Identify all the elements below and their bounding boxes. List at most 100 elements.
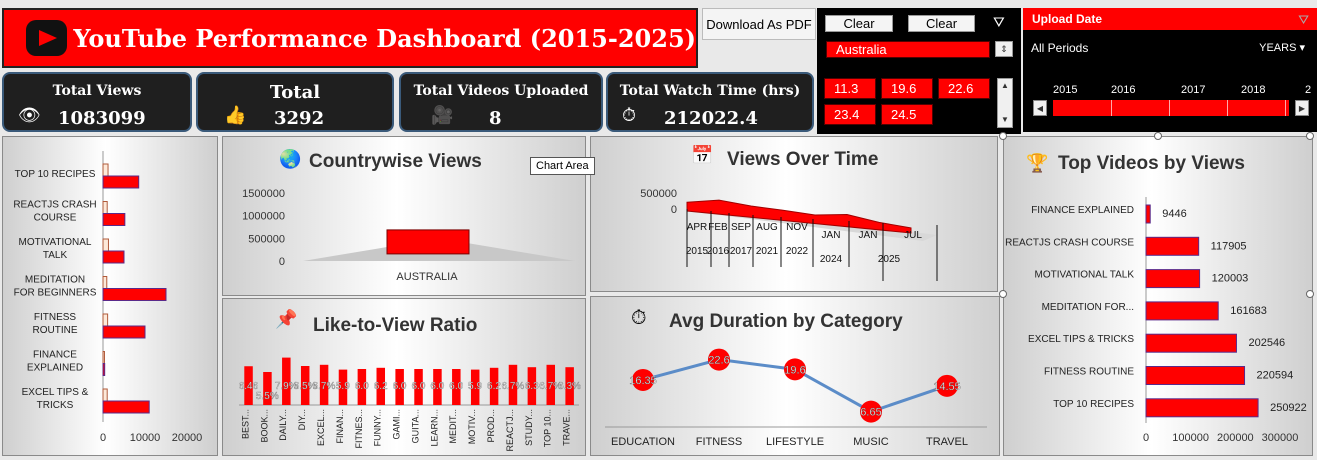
likes-by-video-chart[interactable]: TOP 10 RECIPES REACTJS CRASH COURSE MOTIVAT…	[2, 136, 218, 456]
data-label: 14.55	[933, 381, 961, 393]
timeline-right-arrow-icon[interactable]: ▶	[1295, 100, 1309, 116]
category-label: MOTIVATIONAL	[19, 237, 92, 248]
timeline-clear-filter-icon[interactable]: ⛛	[1298, 12, 1309, 28]
category-label: ROUTINE	[33, 325, 78, 336]
duration-scrollbar[interactable]: ▲ ▼	[997, 78, 1013, 128]
data-label: 6.65	[860, 407, 881, 419]
scroll-up-icon[interactable]: ▲	[1001, 81, 1009, 90]
tick-label: 0	[279, 256, 285, 268]
category-label: FITNESS ROUTINE	[1044, 367, 1134, 378]
tick-label: 10000	[130, 432, 161, 444]
bar	[102, 250, 125, 264]
kpi-total-videos: Total Videos Uploaded 🎥 8	[399, 72, 603, 132]
dashboard: YouTube Performance Dashboard (2015-2025…	[0, 0, 1317, 460]
bar	[386, 229, 470, 255]
country-slicer-item[interactable]: Australia	[826, 41, 990, 58]
bar-secondary	[102, 276, 108, 289]
avg-duration-chart[interactable]: ⏱ Avg Duration by Category 16.35 EDUCATIO…	[590, 296, 1000, 456]
duration-item[interactable]: 23.4	[824, 104, 876, 125]
category-label: FUNNY...	[373, 409, 383, 446]
category-label: MEDITATION	[25, 275, 85, 286]
kpi-label: Total Views	[52, 83, 142, 99]
download-pdf-button[interactable]: Download As PDF	[702, 8, 816, 40]
tick-label: 0	[671, 204, 677, 216]
data-label: 202546	[1248, 337, 1285, 349]
timeline-left-arrow-icon[interactable]: ◀	[1033, 100, 1047, 116]
resize-handle[interactable]	[999, 290, 1007, 298]
country-scroll-icon[interactable]: ⇕	[995, 41, 1013, 57]
title-bar: YouTube Performance Dashboard (2015-2025…	[2, 8, 698, 68]
bar	[102, 363, 106, 376]
views-over-time-plot: 5000000APR FEB SEP AUG NOVJAN JAN JUL20152016 2…	[640, 188, 938, 281]
category-label: FOR BEGINNERS	[14, 288, 97, 299]
tick-label: 1500000	[242, 188, 285, 200]
thumbs-up-icon: 👍	[224, 105, 247, 125]
bar-secondary	[102, 238, 109, 252]
kpi-total-watch-time: Total Watch Time (hrs) ⏱ 212022.4	[606, 72, 814, 132]
kpi-value: 3292	[274, 108, 325, 129]
bar	[1145, 301, 1219, 321]
bar-secondary	[102, 351, 105, 364]
timeline-selection-bar[interactable]	[1053, 100, 1289, 116]
resize-handle[interactable]	[1154, 132, 1162, 140]
data-label: 6.3	[525, 381, 539, 392]
timeline-year[interactable]: 2018	[1241, 84, 1265, 96]
data-label: 250922	[1270, 402, 1307, 414]
stopwatch-icon: ⏱	[622, 105, 637, 125]
film-camera-icon: 🎥	[431, 105, 454, 125]
category-label: EDUCATION	[611, 436, 675, 448]
timeline-year[interactable]: 2016	[1111, 84, 1135, 96]
category-label: MUSIC	[853, 436, 889, 448]
tick-label: 2025	[878, 254, 901, 265]
category-label: FITNESS	[34, 312, 77, 323]
clear-country-button[interactable]: Clear	[825, 15, 893, 32]
tick-label: SEP	[731, 222, 751, 233]
category-label: LIFESTYLE	[766, 436, 824, 448]
bar	[1145, 366, 1246, 385]
timeline-year[interactable]: 2015	[1053, 84, 1077, 96]
views-over-time-chart[interactable]: 📅 Views Over Time 500000 0 APR FEB SEP AUG NOV…	[590, 136, 998, 292]
data-label: 6.7%	[313, 381, 336, 392]
category-label: MOTIV...	[467, 409, 477, 444]
tick-label: 300000	[1262, 432, 1299, 444]
category-label: BEST...	[240, 409, 250, 439]
category-label: GUITA...	[410, 409, 420, 443]
category-label: LEARN...	[429, 409, 439, 447]
chart-area-tooltip: Chart Area	[530, 157, 595, 175]
tick-label: FEB	[708, 222, 728, 233]
tick-label: 2021	[756, 246, 779, 257]
tick-label: 1000000	[242, 211, 285, 223]
tick-label: 200000	[1217, 432, 1254, 444]
data-label: 5.5%	[256, 391, 279, 402]
data-label: 6.3%	[558, 381, 581, 392]
resize-handle[interactable]	[1306, 132, 1314, 140]
data-label: 120003	[1212, 273, 1249, 285]
timeline-unit-dropdown[interactable]: YEARS ▾	[1259, 41, 1305, 54]
tick-label: 2016	[707, 246, 730, 257]
kpi-label: Total Watch Time (hrs)	[619, 83, 801, 99]
clear-filter-icon[interactable]: ⛛	[993, 14, 1005, 31]
like-to-view-ratio-chart[interactable]: 📌 Like-to-View Ratio 6.46 BEST... 5.5% BOOK…	[222, 298, 586, 456]
duration-item[interactable]: 22.6	[938, 78, 990, 99]
top-videos-chart[interactable]: 🏆 Top Videos by Views FINANCE EXPLAINED 9…	[1003, 136, 1313, 456]
timeline-header: Upload Date	[1023, 8, 1317, 30]
resize-handle[interactable]	[999, 132, 1007, 140]
data-label: 5.9	[336, 381, 350, 392]
category-label: EXCEL...	[316, 409, 326, 446]
category-label: PROD...	[486, 409, 496, 443]
category-label: AUSTRALIA	[396, 271, 458, 283]
top-videos-plot: FINANCE EXPLAINED 9446 REACTJS CRASH COURS…	[1005, 197, 1307, 444]
clear-duration-button[interactable]: Clear	[908, 15, 975, 32]
timeline-year[interactable]: 2	[1305, 84, 1311, 96]
resize-handle[interactable]	[1306, 290, 1314, 298]
duration-item[interactable]: 11.3	[824, 78, 876, 99]
duration-item[interactable]: 24.5	[881, 104, 933, 125]
scroll-down-icon[interactable]: ▼	[1001, 115, 1009, 124]
kpi-value: 212022.4	[664, 108, 758, 129]
timeline-year[interactable]: 2017	[1181, 84, 1205, 96]
duration-item[interactable]: 19.6	[881, 78, 933, 99]
data-label: 9446	[1162, 208, 1186, 220]
data-label: 6.2	[374, 381, 388, 392]
tick-label: JAN	[859, 230, 878, 241]
kpi-label: Total	[269, 82, 321, 103]
